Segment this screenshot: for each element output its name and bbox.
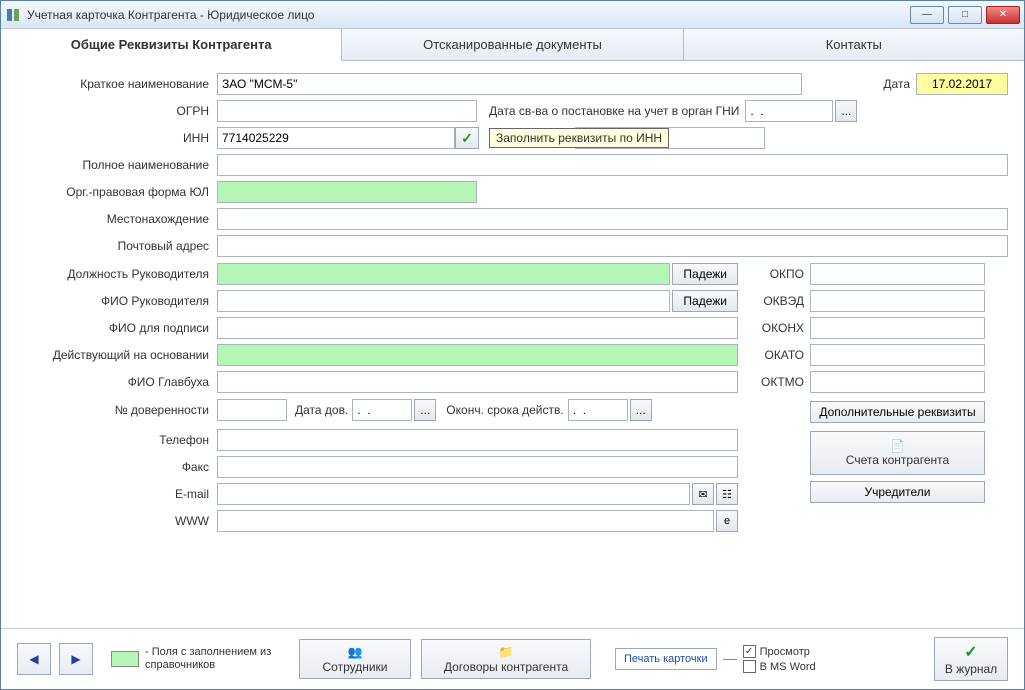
footer: ◀ ▶ - Поля с заполнением из справочников… [1,628,1024,689]
check-icon: ✓ [964,642,977,662]
sign-fio-input[interactable] [217,317,738,339]
people-icon: 👥 [348,645,363,659]
label-head-position: Должность Руководителя [17,267,217,281]
folder-icon: 📁 [499,645,514,659]
label-full-name: Полное наименование [17,158,217,172]
label-okpo: ОКПО [758,267,810,281]
window-title: Учетная карточка Контрагента - Юридическ… [27,8,910,22]
date-input[interactable] [916,73,1008,95]
legend-swatch [111,651,139,667]
head-fio-input[interactable] [217,290,670,312]
full-name-input[interactable] [217,154,1008,176]
cases-button-1[interactable]: Падежи [672,263,738,285]
fax-input[interactable] [217,456,738,478]
inn-check-button[interactable]: ✓ [455,127,479,149]
label-email: E-mail [17,487,217,501]
reg-date-picker-button[interactable]: ... [835,100,857,122]
short-name-input[interactable] [217,73,802,95]
www-input[interactable] [217,510,714,532]
attorney-end-picker[interactable]: ... [630,399,652,421]
print-card-button[interactable]: Печать карточки [615,648,717,670]
ogrn-input[interactable] [217,100,477,122]
extra-requisites-button[interactable]: Дополнительные реквизиты [810,401,985,423]
next-button[interactable]: ▶ [59,643,93,675]
label-okato: ОКАТО [758,348,810,362]
label-phone: Телефон [17,433,217,447]
postal-input[interactable] [217,235,1008,257]
minimize-button[interactable]: — [910,6,944,24]
journal-button[interactable]: ✓ В журнал [934,637,1008,681]
prev-button[interactable]: ◀ [17,643,51,675]
email-action-2-button[interactable]: ☷ [716,483,738,505]
label-legal-form: Орг.-правовая форма ЮЛ [17,185,217,199]
okved-input[interactable] [810,290,985,312]
tab-scanned[interactable]: Отсканированные документы [342,29,683,60]
phone-input[interactable] [217,429,738,451]
window: Учетная карточка Контрагента - Юридическ… [0,0,1025,690]
label-attorney-date: Дата дов. [295,403,348,417]
label-okonh: ОКОНХ [758,321,810,335]
label-ogrn: ОГРН [17,104,217,118]
okato-input[interactable] [810,344,985,366]
inn-input[interactable] [217,127,455,149]
msword-checkbox[interactable]: В MS Word [743,660,816,673]
accountant-input[interactable] [217,371,738,393]
document-icon: 📄 [890,439,905,453]
okpo-input[interactable] [810,263,985,285]
maximize-button[interactable]: □ [948,6,982,24]
email-action-1-button[interactable]: ✉ [692,483,714,505]
label-attorney-no: № доверенности [17,403,217,417]
label-attorney-end: Оконч. срока действ. [446,403,563,417]
reg-date-input[interactable] [745,100,833,122]
founders-button[interactable]: Учредители [810,481,985,503]
label-inn: ИНН [17,131,217,145]
employees-button[interactable]: 👥 Сотрудники [299,639,411,679]
label-accountant: ФИО Главбуха [17,375,217,389]
contracts-button[interactable]: 📁 Договоры контрагента [421,639,591,679]
titlebar: Учетная карточка Контрагента - Юридическ… [1,1,1024,29]
location-input[interactable] [217,208,1008,230]
label-reg-date: Дата св-ва о постановке на учет в орган … [489,104,739,118]
tab-general[interactable]: Общие Реквизиты Контрагента [1,29,342,61]
email-input[interactable] [217,483,690,505]
close-button[interactable]: ✕ [986,6,1020,24]
label-location: Местонахождение [17,212,217,226]
tabs: Общие Реквизиты Контрагента Отсканирован… [1,29,1024,61]
tab-contacts[interactable]: Контакты [684,29,1024,60]
oktmo-input[interactable] [810,371,985,393]
inn-tooltip: Заполнить реквизиты по ИНН [489,128,669,148]
attorney-date-input[interactable] [352,399,412,421]
label-short-name: Краткое наименование [17,77,217,91]
cases-button-2[interactable]: Падежи [672,290,738,312]
attorney-date-picker[interactable]: ... [414,399,436,421]
legal-form-input[interactable] [217,181,477,203]
attorney-no-input[interactable] [217,399,287,421]
www-open-button[interactable]: e [716,510,738,532]
label-postal: Почтовый адрес [17,239,217,253]
legend-text: - Поля с заполнением из справочников [145,646,275,672]
label-basis: Действующий на основании [17,348,217,362]
attorney-end-input[interactable] [568,399,628,421]
app-icon [5,7,21,23]
label-www: WWW [17,514,217,528]
basis-input[interactable] [217,344,738,366]
head-position-input[interactable] [217,263,670,285]
preview-checkbox[interactable]: ✓ Просмотр [743,645,816,658]
accounts-button[interactable]: 📄 Счета контрагента [810,431,985,475]
label-date: Дата [883,77,910,91]
label-oktmo: ОКТМО [758,375,810,389]
label-okved: ОКВЭД [758,294,810,308]
okonh-input[interactable] [810,317,985,339]
label-fax: Факс [17,460,217,474]
content: Краткое наименование Дата ОГРН Дата св-в… [1,61,1024,628]
label-head-fio: ФИО Руководителя [17,294,217,308]
label-sign-fio: ФИО для подписи [17,321,217,335]
